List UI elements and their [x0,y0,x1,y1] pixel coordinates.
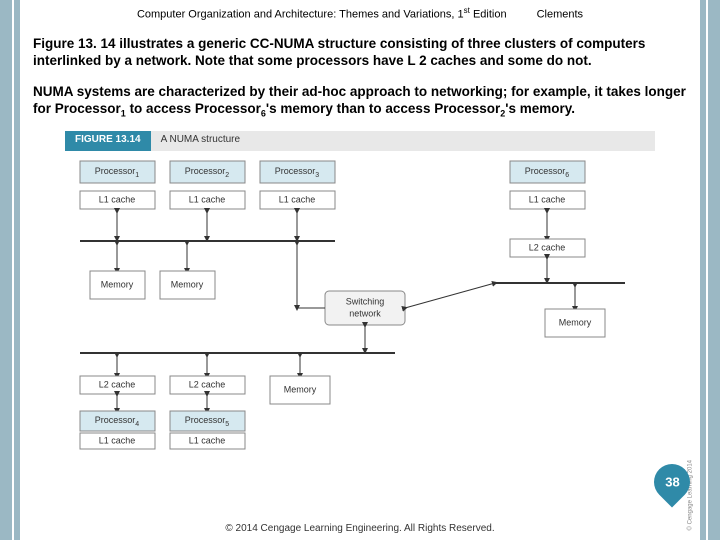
processor-2: Processor2 [170,161,245,183]
stripe-left-inner [14,0,20,540]
author-name: Clements [537,9,583,21]
paragraph-2: NUMA systems are characterized by their … [25,69,695,120]
svg-text:L1 cache: L1 cache [99,194,136,204]
svg-text:L2 cache: L2 cache [189,379,226,389]
l2-cache-5: L2 cache [170,376,245,394]
para2-t4: 's memory. [505,101,575,116]
svg-text:L1 cache: L1 cache [529,194,566,204]
l1-cache-2: L1 cache [170,191,245,209]
svg-text:L2 cache: L2 cache [529,242,566,252]
memory-left-1: Memory [90,271,145,299]
edition-word: Edition [470,9,507,21]
book-title: Computer Organization and Architecture: … [137,9,464,21]
svg-text:Switching: Switching [346,296,385,306]
l1-cache-4: L1 cache [80,433,155,449]
switching-network: Switching network [325,291,405,325]
svg-text:network: network [349,308,381,318]
svg-text:Memory: Memory [559,317,592,327]
page-number: 38 [665,475,679,490]
paragraph-1: Figure 13. 14 illustrates a generic CC-N… [25,21,695,70]
numa-diagram: Processor1 Processor2 Processor3 Process… [65,151,655,451]
figure-caption: A NUMA structure [151,131,655,151]
stripe-right-inner [700,0,706,540]
processor-4: Processor4 [80,411,155,431]
processor-5: Processor5 [170,411,245,431]
svg-text:L1 cache: L1 cache [189,194,226,204]
figure-copyright: © Cengage Learning 2014 [687,460,693,530]
svg-text:Memory: Memory [171,279,204,289]
processor-1: Processor1 [80,161,155,183]
footer-copyright: © 2014 Cengage Learning Engineering. All… [0,523,720,534]
l1-cache-3: L1 cache [260,191,335,209]
processor-3: Processor3 [260,161,335,183]
l2-cache-4: L2 cache [80,376,155,394]
stripe-left-outer [0,0,12,540]
memory-right: Memory [545,309,605,337]
para2-t3: 's memory than to access Processor [266,101,500,116]
memory-left-2: Memory [160,271,215,299]
svg-text:L1 cache: L1 cache [279,194,316,204]
l1-cache-1: L1 cache [80,191,155,209]
svg-text:Memory: Memory [284,384,317,394]
slide-content: Computer Organization and Architecture: … [25,0,695,540]
figure-title-bar: FIGURE 13.14 A NUMA structure [65,131,655,151]
memory-bottom: Memory [270,376,330,404]
svg-text:Memory: Memory [101,279,134,289]
processor-6: Processor6 [510,161,585,183]
stripe-right-outer [708,0,720,540]
l2-cache-6: L2 cache [510,239,585,257]
para1-text: Figure 13. 14 illustrates a generic CC-N… [33,36,645,68]
header-line: Computer Organization and Architecture: … [25,0,695,21]
svg-text:L2 cache: L2 cache [99,379,136,389]
l1-cache-6: L1 cache [510,191,585,209]
svg-text:L1 cache: L1 cache [99,435,136,445]
figure-number: FIGURE 13.14 [65,131,151,151]
svg-text:L1 cache: L1 cache [189,435,226,445]
para2-t2: to access Processor [126,101,261,116]
l1-cache-5: L1 cache [170,433,245,449]
figure-13-14: FIGURE 13.14 A NUMA structure Processor1… [65,131,655,451]
